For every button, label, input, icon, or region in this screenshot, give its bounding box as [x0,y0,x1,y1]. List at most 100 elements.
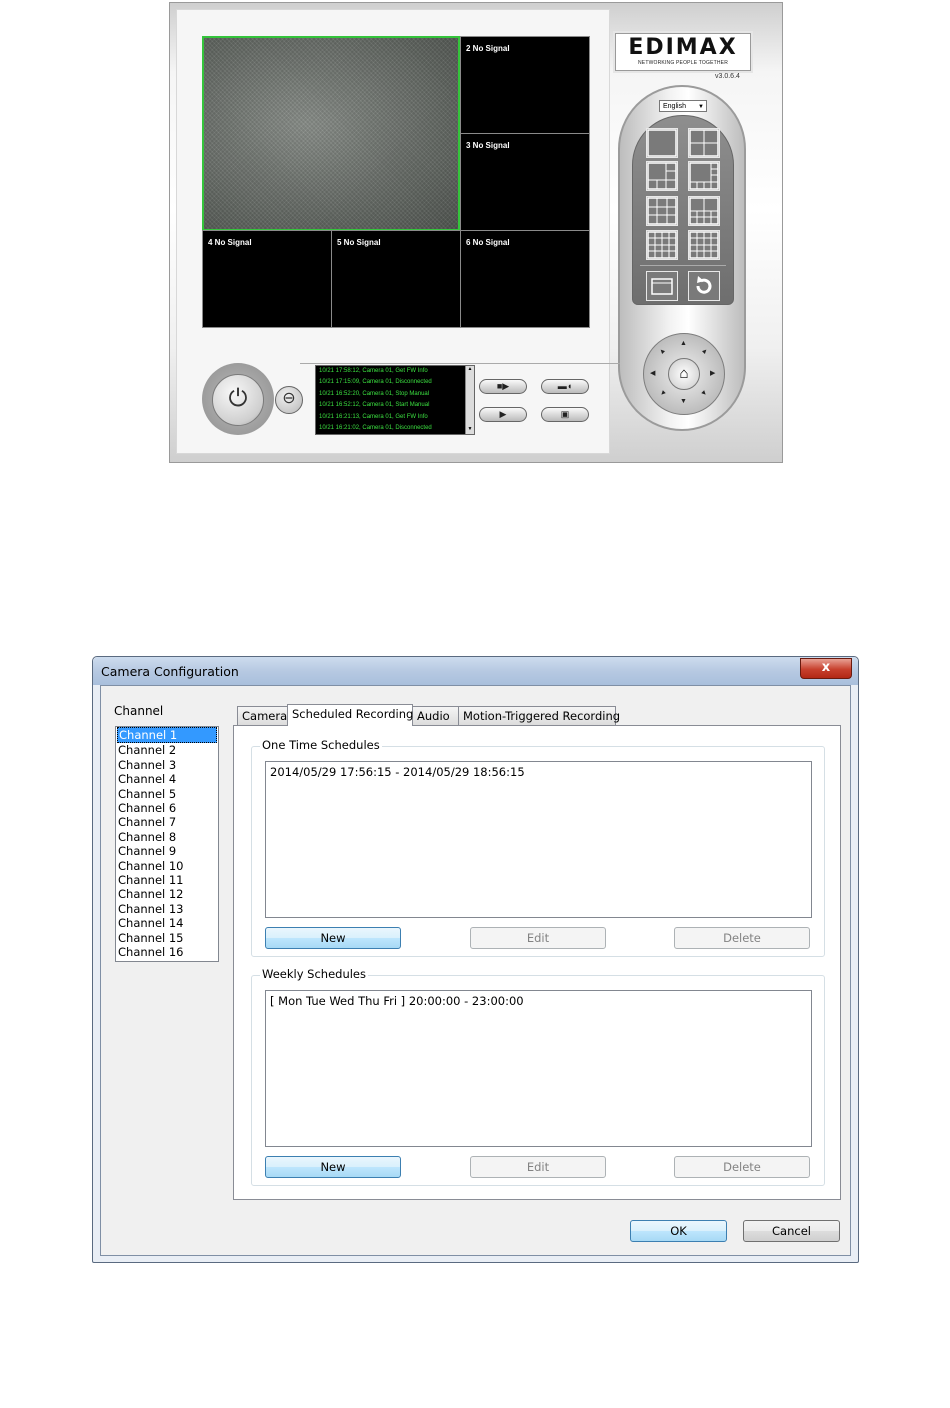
layout-4-button[interactable] [688,128,720,158]
channel-item[interactable]: Channel 14 [116,916,218,930]
tab-camera[interactable]: Camera [237,706,288,725]
channel-list[interactable]: Channel 1 Channel 2 Channel 3 Channel 4 … [115,726,219,962]
layout-9-icon [647,197,677,225]
video-cell-2[interactable]: 2 No Signal [460,36,590,134]
minimize-icon[interactable]: ⊖ [275,386,303,414]
nvr-viewer-window: 2 No Signal 3 No Signal 4 No Signal 5 No… [169,2,783,463]
language-value: English [663,103,686,110]
channel-item[interactable]: Channel 7 [116,815,218,829]
bottom-divider [300,363,620,364]
scroll-up-icon[interactable]: ▲ [466,366,474,374]
layout-10-button[interactable] [688,196,720,226]
log-row: 10/21 17:58:12, Camera 01, Get FW Info [319,368,428,374]
weekly-new-button[interactable]: New [265,1156,401,1178]
channel-item[interactable]: Channel 3 [116,758,218,772]
video-camera-icon: ■▶ [496,381,510,391]
channel-item[interactable]: Channel 1 [117,727,217,744]
one-time-delete-button[interactable]: Delete [674,927,810,949]
layout-8-icon [689,162,719,190]
fullscreen-button[interactable] [646,271,678,301]
channel-item[interactable]: Channel 16 [116,945,218,959]
snapshot-button[interactable]: ▣ [541,407,589,422]
arrow-up-icon[interactable]: ▲ [680,340,687,347]
dialog-title: Camera Configuration [101,664,239,679]
channel-item[interactable]: Channel 8 [116,830,218,844]
cancel-button[interactable]: Cancel [743,1220,840,1242]
channel-item[interactable]: Channel 11 [116,873,218,887]
channel-item[interactable]: Channel 2 [116,743,218,757]
rotate-button[interactable] [688,271,720,301]
one-time-new-button[interactable]: New [265,927,401,949]
log-row: 10/21 16:52:20, Camera 01, Stop Manual [319,390,430,397]
channel-item[interactable]: Channel 5 [116,787,218,801]
video-cell-6[interactable]: 6 No Signal [460,230,590,328]
log-scrollbar[interactable]: ▲ ▼ [465,366,474,434]
video-cell-1[interactable] [202,36,460,231]
arrow-left-icon[interactable]: ◀ [650,369,655,377]
channel-item[interactable]: Channel 4 [116,772,218,786]
ptz-dpad[interactable]: ▲ ▼ ◀ ▶ ▲ ▲ ▼ ▼ ⌂ [643,333,725,415]
log-row: 10/21 17:15:09, Camera 01, Disconnected [319,379,432,386]
weekly-delete-button[interactable]: Delete [674,1156,810,1178]
layout-1-icon [647,129,677,157]
tab-audio[interactable]: Audio [412,706,459,725]
schedule-entry[interactable]: 2014/05/29 17:56:15 - 2014/05/29 18:56:1… [270,765,807,779]
one-time-edit-button[interactable]: Edit [470,927,606,949]
tab-motion-triggered-recording[interactable]: Motion-Triggered Recording [458,706,620,725]
power-icon[interactable]: ⏻ [212,374,264,426]
channel-item[interactable]: Channel 12 [116,887,218,901]
weekly-edit-button[interactable]: Edit [470,1156,606,1178]
video-cell-3[interactable]: 3 No Signal [460,133,590,231]
channel-item[interactable]: Channel 13 [116,902,218,916]
scroll-down-icon[interactable]: ▼ [466,426,474,434]
arrow-up-right-icon[interactable]: ▲ [700,347,710,357]
camera-configuration-dialog: Camera Configuration x Channel Channel 1… [92,656,859,1263]
arrow-down-right-icon[interactable]: ▼ [700,389,710,399]
cell-label: 2 No Signal [466,44,510,53]
log-row: 10/21 16:52:12, Camera 01, Start Manual [319,402,430,409]
snapshot-icon: ▣ [560,409,570,419]
settings-button[interactable]: ▬◖ [541,379,589,394]
arrow-down-icon[interactable]: ▼ [680,398,687,405]
channel-item[interactable]: Channel 9 [116,844,218,858]
ok-button[interactable]: OK [630,1220,727,1242]
video-cell-4[interactable]: 4 No Signal [202,230,332,328]
layout-16-icon [689,231,719,259]
layout-8-button[interactable] [688,161,720,191]
panel-divider [640,265,726,266]
video-cell-5[interactable]: 5 No Signal [331,230,461,328]
close-icon[interactable]: x [800,658,852,679]
wrench-icon: ▬◖ [557,381,573,391]
layout-13-button[interactable] [646,230,678,260]
channel-item[interactable]: Channel 6 [116,801,218,815]
cell-label: 3 No Signal [466,141,510,150]
tab-scheduled-recording[interactable]: Scheduled Recording [287,704,413,726]
weekly-schedules-list[interactable]: [ Mon Tue Wed Thu Fri ] 20:00:00 - 23:00… [265,990,812,1147]
arrow-down-left-icon[interactable]: ▼ [658,389,668,399]
weekly-schedules-title: Weekly Schedules [260,967,368,981]
video-grid: 2 No Signal 3 No Signal 4 No Signal 5 No… [202,36,590,328]
home-icon[interactable]: ⌂ [668,358,700,390]
log-row: 10/21 16:21:02, Camera 01, Disconnected [319,425,432,432]
cell-label: 4 No Signal [208,238,252,247]
channel-label: Channel [114,704,164,718]
dialog-titlebar[interactable]: Camera Configuration x [93,657,858,685]
arrow-up-left-icon[interactable]: ▲ [658,347,668,357]
log-row: 10/21 16:21:13, Camera 01, Get FW Info [319,413,428,420]
one-time-schedules-group: One Time Schedules 2014/05/29 17:56:15 -… [251,738,825,957]
layout-1-button[interactable] [646,128,678,158]
record-button[interactable]: ■▶ [479,379,527,394]
layout-16-button[interactable] [688,230,720,260]
playback-button[interactable]: ▶ [479,407,527,422]
chevron-down-icon: ▼ [698,104,704,110]
language-select[interactable]: English ▼ [659,100,707,112]
channel-item[interactable]: Channel 15 [116,931,218,945]
arrow-right-icon[interactable]: ▶ [710,369,715,377]
fullscreen-icon [651,278,673,295]
schedule-entry[interactable]: [ Mon Tue Wed Thu Fri ] 20:00:00 - 23:00… [270,994,807,1008]
layout-9-button[interactable] [646,196,678,226]
one-time-schedules-list[interactable]: 2014/05/29 17:56:15 - 2014/05/29 18:56:1… [265,761,812,918]
channel-item[interactable]: Channel 10 [116,859,218,873]
event-log[interactable]: 10/21 17:58:12, Camera 01, Get FW Info 1… [315,365,475,435]
layout-6-button[interactable] [646,161,678,191]
